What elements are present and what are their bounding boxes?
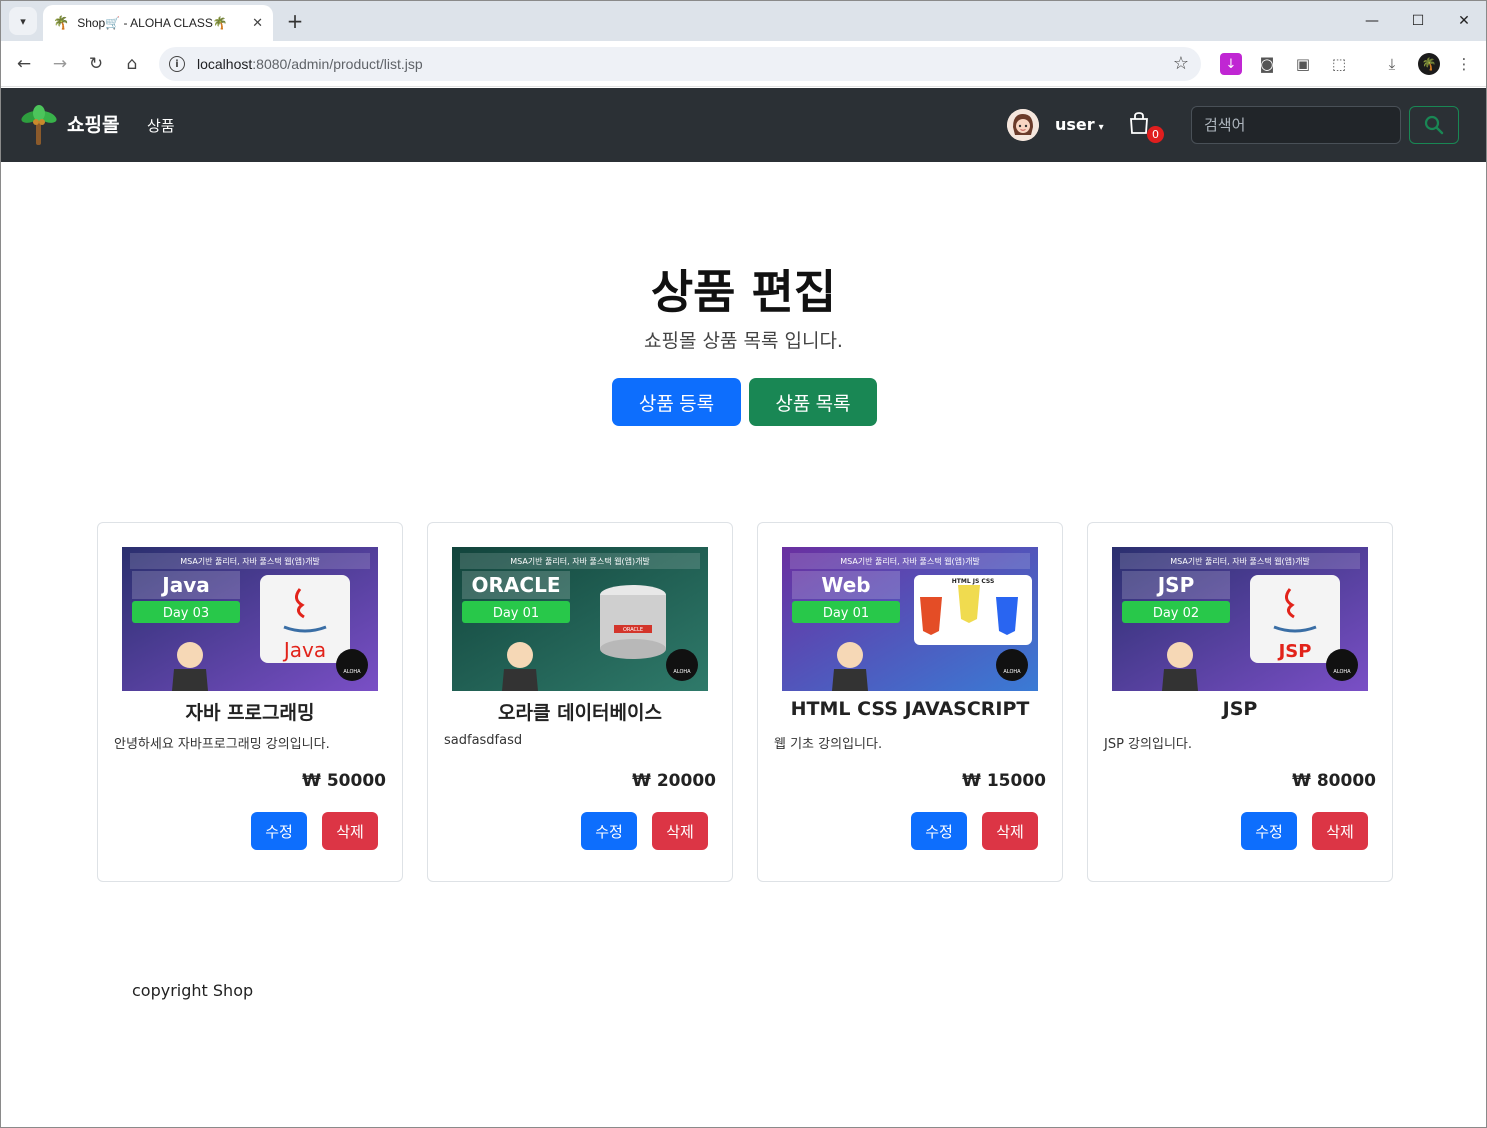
product-description: sadfasdfasd: [444, 733, 523, 748]
user-name: user: [1055, 115, 1095, 134]
product-card: MSA기반 풀리터, 자바 풀스택 웹(앱)개발 Web Day 01 HTML…: [757, 522, 1063, 882]
thumb-day: Day 01: [493, 606, 539, 621]
back-icon[interactable]: ←: [12, 52, 36, 76]
camera-extension-icon[interactable]: ◙: [1256, 53, 1278, 75]
maximize-icon[interactable]: ☐: [1404, 9, 1432, 33]
search-icon: [1424, 115, 1444, 135]
nav-link-products[interactable]: 상품: [147, 115, 175, 136]
thumb-course: ORACLE: [472, 573, 561, 597]
product-price: ₩ 80000: [1292, 771, 1376, 791]
product-price: ₩ 50000: [302, 771, 386, 791]
product-description: JSP 강의입니다.: [1104, 737, 1192, 752]
site-info-icon[interactable]: i: [169, 56, 185, 72]
product-thumbnail[interactable]: MSA기반 풀리터, 자바 풀스택 웹(앱)개발 Web Day 01 HTML…: [782, 547, 1038, 691]
extensions-puzzle-icon[interactable]: ⬚: [1328, 53, 1350, 75]
bookmark-star-icon[interactable]: ☆: [1173, 53, 1189, 74]
product-card: MSA기반 풀리터, 자바 풀스택 웹(앱)개발 ORACLE Day 01 O…: [427, 522, 733, 882]
browser-toolbar: ← → ↻ ⌂ i localhost:8080/admin/product/l…: [1, 41, 1486, 87]
thumb-day: Day 01: [823, 606, 869, 621]
product-title: JSP: [1222, 698, 1258, 720]
edit-button[interactable]: 수정: [251, 812, 307, 850]
address-bar[interactable]: i localhost:8080/admin/product/list.jsp …: [159, 47, 1201, 81]
thumb-course: JSP: [1156, 573, 1195, 597]
edit-button[interactable]: 수정: [1241, 812, 1297, 850]
product-thumbnail[interactable]: MSA기반 풀리터, 자바 풀스택 웹(앱)개발 ORACLE Day 01 O…: [452, 547, 708, 691]
palm-tree-favicon-icon: 🌴: [53, 15, 70, 31]
tab-search-icon[interactable]: ▾: [9, 7, 37, 35]
tab-close-icon[interactable]: ✕: [252, 16, 263, 31]
product-thumbnail[interactable]: MSA기반 풀리터, 자바 풀스택 웹(앱)개발 Java Day 03 Jav…: [122, 547, 378, 691]
thumb-logo-text: Java: [282, 638, 326, 662]
menu-kebab-icon[interactable]: ⋮: [1453, 53, 1475, 75]
cast-extension-icon[interactable]: ▣: [1292, 53, 1314, 75]
thumb-day: Day 02: [1153, 606, 1199, 621]
thumb-banner: MSA기반 풀리터, 자바 풀스택 웹(앱)개발: [840, 556, 980, 566]
product-description: 웹 기초 강의입니다.: [774, 737, 883, 752]
product-title: 오라클 데이터베이스: [498, 702, 662, 724]
product-card: MSA기반 풀리터, 자바 풀스택 웹(앱)개발 JSP Day 02 JSP …: [1087, 522, 1393, 882]
brand-name[interactable]: 쇼핑몰: [67, 110, 119, 137]
footer-copyright: copyright Shop: [132, 981, 254, 1000]
palm-tree-logo-icon[interactable]: [21, 105, 57, 145]
caret-down-icon: ▾: [1098, 122, 1104, 133]
thumb-course: Web: [821, 573, 870, 597]
thumb-logo-text: JSP: [1277, 641, 1312, 662]
delete-button[interactable]: 삭제: [322, 812, 378, 850]
product-thumbnail[interactable]: MSA기반 풀리터, 자바 풀스택 웹(앱)개발 JSP Day 02 JSP …: [1112, 547, 1368, 691]
user-avatar[interactable]: [1007, 109, 1039, 141]
product-title: 자바 프로그래밍: [185, 702, 315, 724]
thumb-day: Day 03: [163, 606, 209, 621]
edit-button[interactable]: 수정: [911, 812, 967, 850]
window-close-icon[interactable]: ✕: [1450, 9, 1478, 33]
search-button[interactable]: [1409, 106, 1459, 144]
new-tab-icon[interactable]: +: [283, 9, 307, 33]
thumb-badge: ALOHA: [1333, 669, 1351, 675]
forward-icon[interactable]: →: [48, 52, 72, 76]
product-card: MSA기반 풀리터, 자바 풀스택 웹(앱)개발 Java Day 03 Jav…: [97, 522, 403, 882]
avatar-face-icon: [1007, 109, 1039, 141]
thumb-badge: ALOHA: [673, 669, 691, 675]
reload-icon[interactable]: ↻: [84, 52, 108, 76]
tab-title: Shop🛒 - ALOHA CLASS🌴: [77, 16, 228, 30]
thumb-banner: MSA기반 풀리터, 자바 풀스택 웹(앱)개발: [510, 556, 650, 566]
delete-button[interactable]: 삭제: [652, 812, 708, 850]
product-price: ₩ 15000: [962, 771, 1046, 791]
url-path: :8080/admin/product/list.jsp: [252, 56, 423, 72]
browser-tab[interactable]: 🌴 Shop🛒 - ALOHA CLASS🌴 ✕: [43, 5, 273, 41]
delete-button[interactable]: 삭제: [982, 812, 1038, 850]
thumb-banner: MSA기반 풀리터, 자바 풀스택 웹(앱)개발: [1170, 556, 1310, 566]
url-host: localhost: [197, 56, 253, 72]
register-product-button[interactable]: 상품 등록: [612, 378, 741, 426]
thumb-course: Java: [160, 573, 209, 597]
product-title: HTML CSS JAVASCRIPT: [790, 698, 1030, 720]
thumb-banner: MSA기반 풀리터, 자바 풀스택 웹(앱)개발: [180, 556, 320, 566]
home-icon[interactable]: ⌂: [120, 52, 144, 76]
page-title: 상품 편집: [650, 265, 837, 319]
product-list-button[interactable]: 상품 목록: [749, 378, 877, 426]
thumb-badge: ALOHA: [1003, 669, 1021, 675]
edit-button[interactable]: 수정: [581, 812, 637, 850]
profile-avatar-icon[interactable]: 🌴: [1418, 53, 1440, 75]
thumb-logo-text: ORACLE: [623, 627, 643, 633]
search-input[interactable]: [1191, 106, 1401, 144]
browser-tab-strip: ▾ 🌴 Shop🛒 - ALOHA CLASS🌴 ✕ + — ☐ ✕: [1, 1, 1486, 41]
user-dropdown[interactable]: user ▾: [1055, 115, 1104, 134]
thumb-logo-text: HTML JS CSS: [952, 578, 995, 585]
site-navbar: 쇼핑몰 상품 user ▾ 0: [1, 88, 1486, 162]
product-price: ₩ 20000: [632, 771, 716, 791]
download-extension-icon[interactable]: ↓: [1220, 53, 1242, 75]
delete-button[interactable]: 삭제: [1312, 812, 1368, 850]
downloads-icon[interactable]: ⤓: [1381, 53, 1403, 75]
page-subtitle: 쇼핑몰 상품 목록 입니다.: [644, 330, 843, 352]
minimize-icon[interactable]: —: [1358, 9, 1386, 33]
cart-count-badge: 0: [1147, 126, 1164, 143]
thumb-badge: ALOHA: [343, 669, 361, 675]
product-description: 안녕하세요 자바프로그래밍 강의입니다.: [114, 737, 330, 752]
